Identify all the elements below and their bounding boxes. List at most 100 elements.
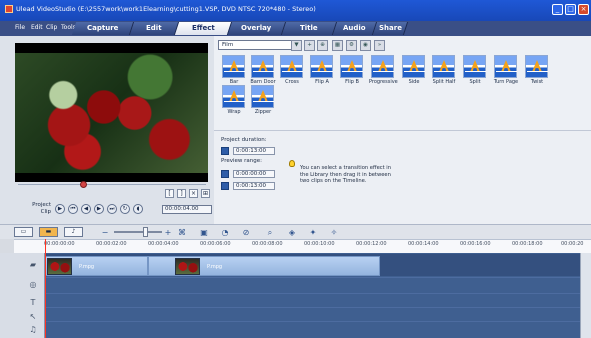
tab-title[interactable]: Title: [281, 22, 338, 35]
timeline-ruler[interactable]: 00:00:00:00 00:00:02:00 00:00:04:00 00:0…: [14, 239, 591, 253]
tab-capture[interactable]: Capture: [71, 22, 135, 35]
window-title: Ulead VideoStudio (E:\2557work\work1Elea…: [16, 5, 316, 13]
menu-clip[interactable]: Clip: [46, 24, 57, 31]
chevron-down-icon[interactable]: ▼: [291, 40, 302, 51]
fit-icon[interactable]: ⌘: [176, 227, 188, 238]
transition-split-half[interactable]: Split Half: [432, 55, 456, 86]
transition-zipper[interactable]: Zipper: [251, 85, 275, 116]
ruler-tick-4: 00:00:08:00: [252, 241, 283, 247]
next-frame-button[interactable]: ▶: [94, 204, 104, 214]
random-icon[interactable]: ⚙: [346, 40, 357, 51]
voice-track[interactable]: [45, 307, 591, 321]
transition-bar[interactable]: Bar: [222, 55, 246, 86]
video-track-icon: ▰: [29, 260, 37, 269]
split-icon[interactable]: ×: [189, 189, 198, 198]
home-button[interactable]: ⏮: [68, 204, 78, 214]
transition-flip-a[interactable]: Flip A: [310, 55, 334, 86]
repeat-button[interactable]: ↻: [120, 204, 130, 214]
ruler-tick-0: 00:00:00:00: [44, 241, 75, 247]
timeline-scrollbar[interactable]: [580, 253, 591, 338]
play-button[interactable]: ▶: [55, 204, 65, 214]
clock-icon[interactable]: ◔: [219, 227, 231, 238]
close-button[interactable]: ×: [578, 4, 589, 15]
progressive-thumbnail-icon: [371, 55, 394, 78]
menu-edit[interactable]: Edit: [31, 24, 43, 31]
split-half-thumbnail-icon: [432, 55, 455, 78]
tab-overlay[interactable]: Overlay: [227, 22, 287, 35]
transition-category-select[interactable]: Film: [218, 40, 300, 50]
expand-icon[interactable]: »: [374, 40, 385, 51]
timeline-playhead[interactable]: [45, 239, 46, 338]
audio-view-button[interactable]: ♪: [64, 227, 83, 237]
tab-share[interactable]: Share: [372, 22, 409, 35]
ruler-tick-8: 00:00:16:00: [460, 241, 491, 247]
timeline-view-button[interactable]: ▬: [39, 227, 58, 237]
tab-edit[interactable]: Edit: [129, 22, 180, 35]
transition-turn-page[interactable]: Turn Page: [494, 55, 518, 86]
enlarge-icon[interactable]: ⊞: [201, 189, 210, 198]
playback-controls: [ ] × ⊞ Project Clip ▶ ⏮ ◀ ▶ ⏭ ↻ ◖ 00:00…: [7, 187, 212, 223]
transition-cross[interactable]: Cross: [280, 55, 304, 86]
disabled-icon[interactable]: ⊘: [240, 227, 252, 238]
zoom-slider-handle[interactable]: [143, 227, 148, 237]
volume-button[interactable]: ◖: [133, 204, 143, 214]
add-icon[interactable]: +: [304, 40, 315, 51]
track-headers: ▰ ◎ T ↖ ♫: [0, 253, 45, 338]
clip-2[interactable]: P.mpg: [148, 256, 380, 276]
music-track[interactable]: [45, 321, 591, 335]
voice-track-icon: ↖: [29, 312, 37, 321]
preview-end-field[interactable]: 0:00:13:00: [233, 182, 275, 190]
transition-side[interactable]: Side: [402, 55, 426, 86]
zoom-in-icon[interactable]: +: [162, 227, 174, 238]
mixer-icon[interactable]: ✦: [307, 227, 319, 238]
mark-out-button[interactable]: ]: [177, 189, 186, 198]
transition-progressive[interactable]: Progressive: [369, 55, 398, 86]
project-clip-toggle[interactable]: Project Clip: [27, 202, 51, 216]
transition-twist[interactable]: Twist: [525, 55, 549, 86]
menu-file[interactable]: File: [15, 24, 25, 31]
ruler-tick-7: 00:00:14:00: [408, 241, 439, 247]
video-editor-window: Ulead VideoStudio (E:\2557work\work1Elea…: [0, 0, 591, 338]
transition-wrap[interactable]: Wrap: [222, 85, 246, 116]
project-duration-field[interactable]: 0:00:13:00: [233, 147, 275, 155]
clip-1[interactable]: P.mpg: [45, 256, 148, 276]
storyboard-view-button[interactable]: ▭: [14, 227, 33, 237]
end-button[interactable]: ⏭: [107, 204, 117, 214]
mark-in-button[interactable]: [: [165, 189, 174, 198]
preview-start-field[interactable]: 0:00:00:00: [233, 170, 275, 178]
transition-split[interactable]: Split: [463, 55, 487, 86]
music-track-icon: ♫: [29, 325, 37, 334]
zoom-slider[interactable]: [114, 227, 162, 237]
barn-door-thumbnail-icon: [251, 55, 274, 78]
options-icon[interactable]: ▦: [332, 40, 343, 51]
timecode-field[interactable]: 00:00:04.00: [162, 205, 212, 214]
app-icon: [5, 5, 13, 13]
overlay-track[interactable]: [45, 277, 591, 291]
transition-barn-door[interactable]: Barn Door: [250, 55, 276, 86]
flip-b-thumbnail-icon: [340, 55, 363, 78]
split-audio-icon[interactable]: ✧: [328, 227, 340, 238]
transition-flip-b[interactable]: Flip B: [340, 55, 364, 86]
library-toolbar: Film ▼ + ⊕ ▦ ⚙ ◉ »: [218, 40, 591, 53]
minimize-button[interactable]: _: [552, 4, 563, 15]
previous-frame-button[interactable]: ◀: [81, 204, 91, 214]
project-duration-row: 0:00:13:00: [221, 147, 281, 156]
magnify-icon[interactable]: ⌕: [264, 227, 276, 238]
tab-audio[interactable]: Audio: [332, 22, 378, 35]
video-frame: [15, 53, 208, 173]
ruler-tick-9: 00:00:18:00: [512, 241, 543, 247]
preview-window[interactable]: [15, 43, 208, 182]
title-track[interactable]: [45, 293, 591, 307]
ruler-tick-2: 00:00:04:00: [148, 241, 179, 247]
zoom-out-icon[interactable]: −: [99, 227, 111, 238]
clip-name: P.mpg: [207, 264, 223, 270]
transition-help-text: You can select a transition effect in th…: [300, 165, 392, 184]
project-duration-label: Project duration:: [221, 137, 267, 143]
tab-effect[interactable]: Effect: [174, 22, 233, 35]
camera-icon[interactable]: ◈: [286, 227, 298, 238]
maximize-button[interactable]: □: [565, 4, 576, 15]
save-icon[interactable]: ◉: [360, 40, 371, 51]
transition-thumbnails: Bar Barn Door Cross Flip A Flip B Progre…: [218, 55, 558, 115]
apply-icon[interactable]: ⊕: [317, 40, 328, 51]
record-icon[interactable]: ▣: [198, 227, 210, 238]
